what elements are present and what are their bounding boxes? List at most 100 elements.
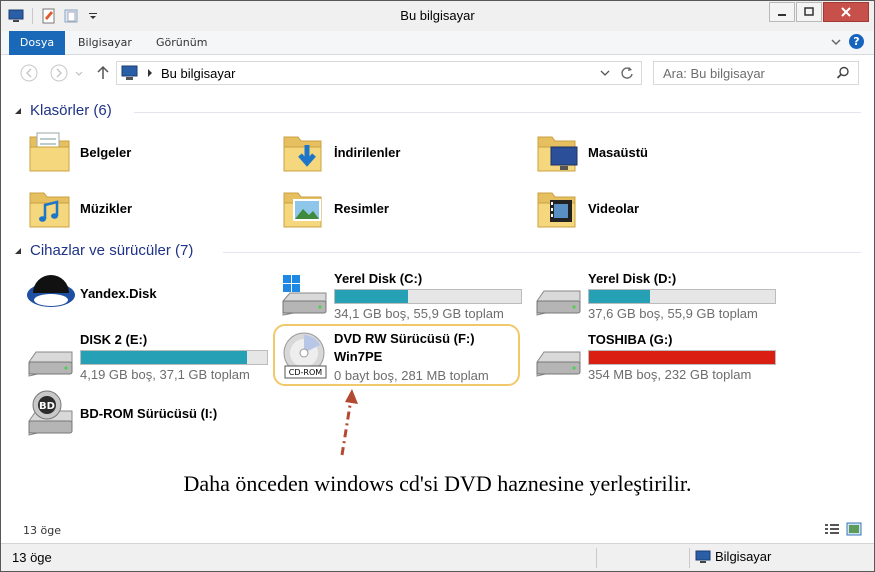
pictures-folder-icon: [283, 192, 322, 228]
drive-info: DISK 2 (E:) 4,19 GB boş, 37,1 GB toplam: [80, 332, 268, 382]
chevron-down-icon: [75, 71, 83, 76]
title-bar: Bu bilgisayar: [1, 1, 874, 31]
drive-name: Yerel Disk (C:): [334, 271, 423, 286]
search-input[interactable]: Ara: Bu bilgisayar: [653, 61, 859, 85]
address-bar[interactable]: Bu bilgisayar: [116, 61, 642, 85]
item-count: 13 öge: [23, 524, 61, 537]
back-icon: [20, 64, 38, 82]
tab-file[interactable]: Dosya: [9, 31, 65, 55]
help-icon[interactable]: ?: [849, 34, 864, 49]
drive-space: 37,6 GB boş, 55,9 GB toplam: [588, 306, 758, 321]
usage-bar: [80, 350, 268, 365]
folder-documents[interactable]: Belgeler: [27, 129, 131, 175]
view-switcher: [824, 522, 862, 536]
breadcrumb-current[interactable]: Bu bilgisayar: [161, 66, 235, 81]
ribbon-right: ?: [831, 34, 864, 49]
large-icons-view-icon[interactable]: [846, 522, 862, 536]
usage-bar-fill: [81, 351, 247, 364]
tab-view[interactable]: Görünüm: [156, 31, 207, 55]
folder-music[interactable]: Müzikler: [27, 185, 132, 231]
tab-computer[interactable]: Bilgisayar: [78, 31, 132, 55]
details-view-icon[interactable]: [824, 522, 840, 536]
drive-name: DVD RW Sürücüsü (F:): [334, 331, 475, 346]
status-bar: 13 öge Bilgisayar: [1, 543, 874, 571]
cd-rom-badge: CD-ROM: [289, 368, 322, 377]
folder-pictures[interactable]: Resimler: [281, 185, 389, 231]
up-button[interactable]: [93, 64, 113, 84]
folders-heading[interactable]: Klasörler (6): [30, 102, 112, 119]
drive-name: Yerel Disk (D:): [588, 271, 677, 286]
usage-bar-fill: [589, 290, 651, 303]
drive-i-bdrom[interactable]: BD BD-ROM Sürücüsü (I:): [26, 389, 217, 437]
status-divider: [596, 548, 597, 568]
usage-bar: [334, 289, 522, 304]
breadcrumb-arrow-icon[interactable]: [145, 68, 155, 78]
hard-drive-icon: [536, 290, 581, 316]
window-title: Bu bilgisayar: [400, 8, 475, 23]
folder-desktop[interactable]: Masaüstü: [535, 129, 648, 175]
group-divider: [134, 112, 861, 113]
drive-c[interactable]: Yerel Disk (C:) 34,1 GB boş, 55,9 GB top…: [280, 271, 522, 321]
maximize-icon: [804, 7, 814, 16]
drive-d[interactable]: Yerel Disk (D:) 37,6 GB boş, 55,9 GB top…: [534, 271, 776, 321]
arrow-up-icon: [97, 65, 109, 79]
minimize-button[interactable]: [769, 2, 795, 22]
usage-bar: [588, 350, 776, 365]
explorer-window: Bu bilgisayar Dosya Bilgisayar Görünüm ?: [0, 0, 875, 572]
drive-space: 34,1 GB boş, 55,9 GB toplam: [334, 306, 504, 321]
search-icon[interactable]: [836, 66, 850, 80]
folder-downloads[interactable]: İndirilenler: [281, 129, 400, 175]
drive-space: 4,19 GB boş, 37,1 GB toplam: [80, 367, 250, 382]
drive-g[interactable]: TOSHIBA (G:) 354 MB boş, 232 GB toplam: [534, 332, 776, 382]
hard-drive-icon: [536, 351, 581, 377]
collapse-arrow-icon[interactable]: [14, 247, 22, 255]
group-divider: [223, 252, 861, 253]
folder-label: Masaüstü: [588, 144, 648, 160]
status-divider: [689, 548, 690, 568]
recent-dropdown[interactable]: [74, 64, 84, 84]
drive-name: BD-ROM Sürücüsü (I:): [80, 405, 218, 421]
computer-icon: [121, 65, 138, 80]
status-item-count: 13 öge: [12, 550, 52, 565]
drive-yandex-disk[interactable]: Yandex.Disk: [26, 271, 157, 315]
music-folder-icon: [29, 192, 70, 228]
drive-e[interactable]: DISK 2 (E:) 4,19 GB boş, 37,1 GB toplam: [26, 332, 268, 382]
close-button[interactable]: [823, 2, 869, 22]
expand-ribbon-icon[interactable]: [831, 38, 841, 46]
drive-name: Yandex.Disk: [80, 285, 157, 301]
forward-button[interactable]: [49, 64, 69, 84]
folder-label: Resimler: [334, 200, 389, 216]
yandex-disk-icon: [27, 275, 75, 307]
drive-name: DISK 2 (E:): [80, 332, 148, 347]
collapse-arrow-icon[interactable]: [14, 107, 22, 115]
devices-heading[interactable]: Cihazlar ve sürücüler (7): [30, 242, 193, 259]
folder-label: Belgeler: [80, 144, 132, 160]
drive-info: Yerel Disk (D:) 37,6 GB boş, 55,9 GB top…: [588, 271, 776, 321]
chevron-down-icon[interactable]: [599, 68, 611, 78]
computer-icon: [695, 550, 711, 563]
drive-f-dvd[interactable]: CD-ROM DVD RW Sürücüsü (F:) Win7PE 0 bay…: [282, 331, 489, 383]
folder-label: Videolar: [588, 200, 640, 216]
documents-folder-icon: [29, 132, 70, 172]
drive-space: 354 MB boş, 232 GB toplam: [588, 367, 752, 382]
back-button[interactable]: [19, 64, 39, 84]
minimize-icon: [778, 14, 786, 16]
window-controls: [769, 2, 869, 22]
dvd-drive-icon: CD-ROM: [283, 332, 327, 379]
bd-badge: BD: [39, 401, 55, 412]
drive-space: 0 bayt boş, 281 MB toplam: [334, 368, 489, 383]
bd-rom-drive-icon: BD: [28, 390, 73, 436]
status-location-label: Bilgisayar: [715, 549, 772, 564]
item-count-bar: 13 öge: [1, 517, 874, 543]
desktop-folder-icon: [537, 136, 578, 172]
status-location: Bilgisayar: [695, 549, 771, 564]
hard-drive-icon: [28, 351, 73, 377]
refresh-icon[interactable]: [619, 65, 635, 81]
annotation-caption: Daha önceden windows cd'si DVD haznesine…: [183, 471, 692, 496]
folder-videos[interactable]: Videolar: [535, 185, 639, 231]
forward-icon: [50, 64, 68, 82]
usage-bar: [588, 289, 776, 304]
usage-bar-fill: [589, 351, 775, 364]
maximize-button[interactable]: [796, 2, 822, 22]
disc-label: Win7PE: [334, 349, 383, 364]
